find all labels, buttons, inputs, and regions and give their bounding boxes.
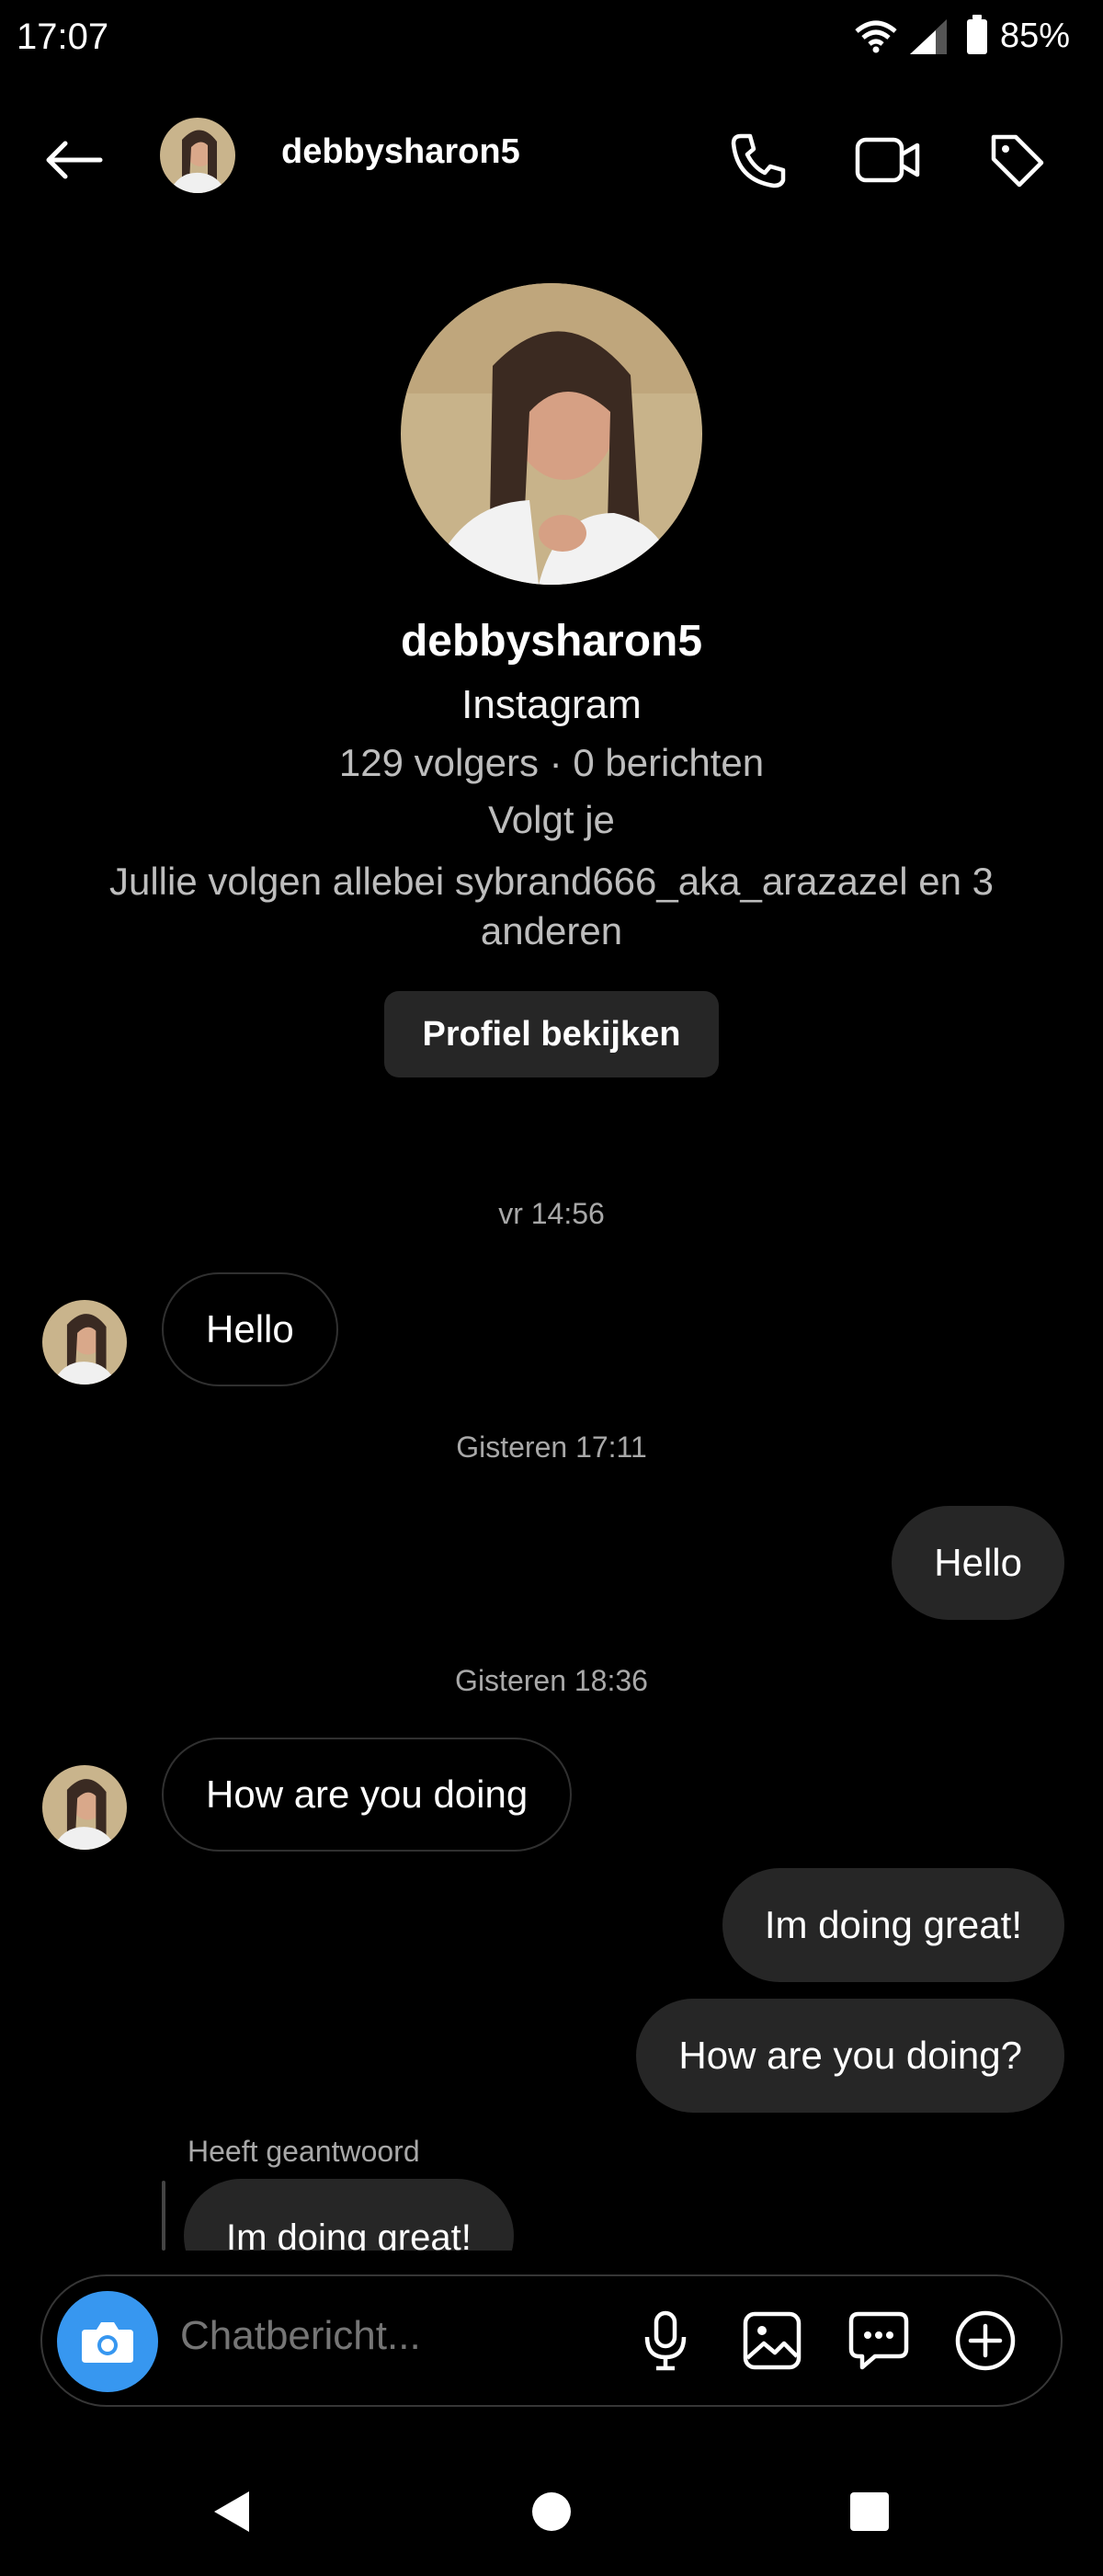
profile-follow-status: Volgt je	[488, 798, 615, 841]
avatar[interactable]	[160, 118, 235, 193]
message-composer	[40, 2274, 1063, 2407]
microphone-icon[interactable]	[631, 2306, 700, 2376]
avatar[interactable]	[42, 1300, 127, 1385]
profile-username: debbysharon5	[400, 617, 703, 666]
message-timestamp: vr 14:56	[498, 1197, 605, 1230]
arrow-left-icon[interactable]	[40, 127, 107, 193]
avatar[interactable]	[42, 1765, 127, 1850]
nav-back-icon[interactable]	[204, 2484, 259, 2539]
quoted-message: Im doing great!	[184, 2179, 514, 2251]
message-input[interactable]	[180, 2313, 603, 2359]
nav-recents-icon[interactable]	[842, 2484, 897, 2539]
chat-header: debbysharon5	[0, 110, 1103, 206]
profile-avatar[interactable]	[401, 283, 702, 585]
profile-platform: Instagram	[461, 682, 642, 727]
header-username[interactable]: debbysharon5	[281, 132, 520, 172]
outgoing-message[interactable]: Im doing great!	[722, 1868, 1064, 1982]
message-timestamp: Gisteren 18:36	[455, 1664, 648, 1697]
profile-stats: 129 volgers · 0 berichten	[338, 741, 765, 784]
outgoing-message[interactable]: How are you doing?	[636, 1999, 1064, 2113]
phone-icon[interactable]	[724, 127, 790, 193]
plus-circle-icon[interactable]	[950, 2306, 1020, 2376]
message-timestamp: Gisteren 17:11	[456, 1430, 647, 1464]
nav-home-icon[interactable]	[524, 2484, 579, 2539]
battery-level: 85%	[999, 17, 1070, 55]
view-profile-button[interactable]: Profiel bekijken	[384, 991, 719, 1077]
reply-label: Heeft geantwoord	[188, 2135, 420, 2168]
image-icon[interactable]	[737, 2306, 807, 2376]
profile-mutual-followers: Jullie volgen allebei sybrand666_aka_ara…	[108, 860, 994, 952]
outgoing-message[interactable]: Hello	[892, 1506, 1064, 1620]
chat-bubble-icon[interactable]	[844, 2306, 914, 2376]
status-icons: 85%	[855, 14, 1070, 56]
incoming-message[interactable]: Hello	[162, 1272, 338, 1386]
tag-icon[interactable]	[984, 127, 1050, 193]
reply-indicator	[162, 2181, 165, 2251]
status-time: 17:07	[17, 17, 109, 57]
camera-icon[interactable]	[57, 2291, 158, 2392]
battery-icon	[966, 14, 987, 54]
status-bar: 17:07 85%	[0, 0, 1103, 83]
incoming-message[interactable]: How are you doing	[162, 1738, 573, 1852]
system-nav-bar	[0, 2445, 1103, 2576]
video-camera-icon[interactable]	[855, 127, 921, 193]
signal-icon	[909, 18, 947, 54]
wifi-icon	[855, 20, 897, 52]
reply-preview[interactable]: Im doing great!	[184, 2179, 533, 2251]
